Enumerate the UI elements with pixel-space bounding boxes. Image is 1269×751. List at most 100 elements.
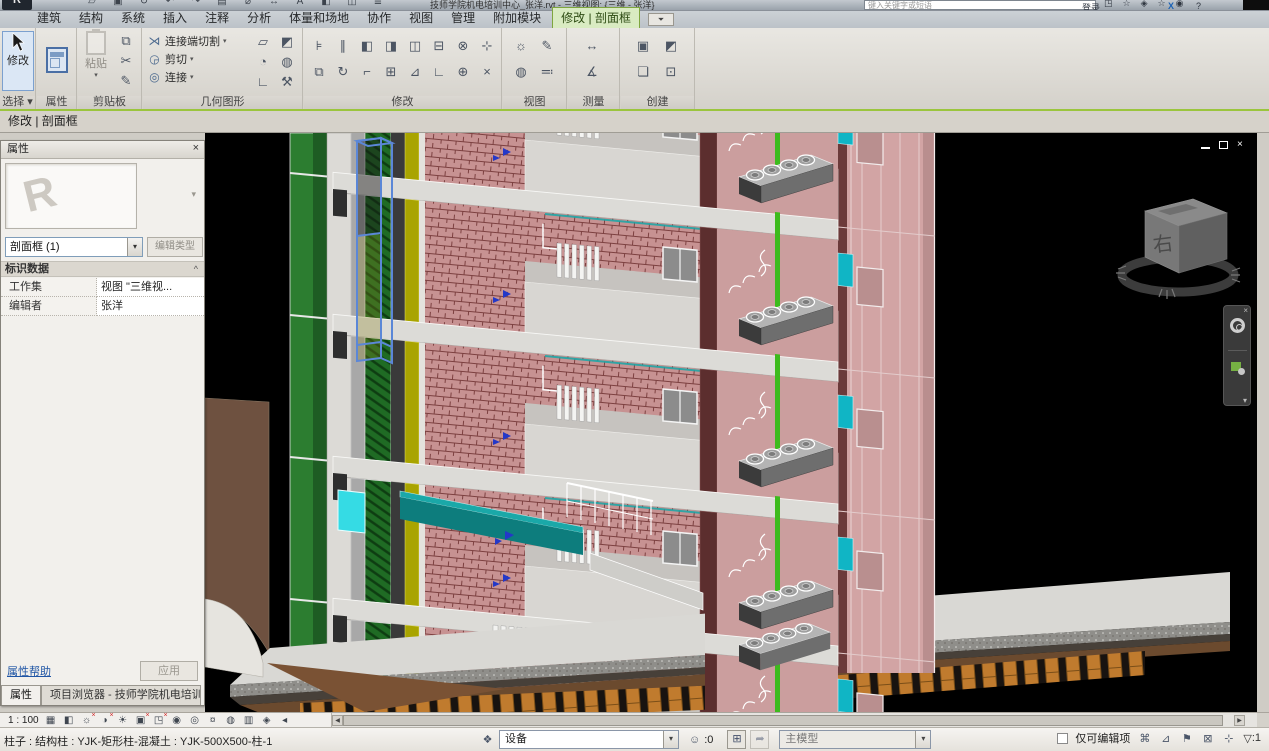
sync-with-central-icon[interactable]: ↻ xyxy=(138,0,150,7)
navbar-close-icon[interactable]: × xyxy=(1243,306,1248,315)
move-icon[interactable]: ⊹ xyxy=(475,36,499,56)
identity-data-header[interactable]: 标识数据 ^ xyxy=(1,261,204,277)
panel-label-create[interactable]: 创建 xyxy=(621,96,694,109)
thin-lines-icon[interactable]: ≣ xyxy=(372,0,384,7)
design-option-dropdown-icon[interactable]: ▾ xyxy=(915,731,930,748)
filter-group[interactable]: ▽ :1 xyxy=(1243,732,1261,745)
communication-center-icon[interactable]: ◈ xyxy=(1141,0,1148,9)
ribbon-display-toggle[interactable]: ⏷ xyxy=(648,13,674,26)
split-with-gap-icon[interactable]: ⊟ xyxy=(427,36,451,56)
paste-button[interactable]: 粘贴 ▾ xyxy=(81,31,111,79)
pin-icon[interactable]: ⊕ xyxy=(451,62,475,82)
wall-joins-icon[interactable]: ◩ xyxy=(275,32,299,52)
modify-button[interactable]: 修改 xyxy=(2,31,34,91)
copy-icon[interactable]: ⧉ xyxy=(307,62,331,82)
analytical-model-icon[interactable]: ◂ xyxy=(278,714,292,727)
mirror-pick-axis-icon[interactable]: ◧ xyxy=(355,36,379,56)
print-icon[interactable]: ▤ xyxy=(216,0,228,7)
align-geometry-icon[interactable]: ∟ xyxy=(251,72,275,92)
split-element-icon[interactable]: ◫ xyxy=(403,36,427,56)
sign-in-user-icon[interactable]: ◉ xyxy=(1176,0,1184,9)
properties-help-link[interactable]: 属性帮助 xyxy=(7,663,51,679)
mirror-draw-axis-icon[interactable]: ◨ xyxy=(379,36,403,56)
temporary-view-properties-icon[interactable]: ▥ xyxy=(242,714,256,727)
ribbon-tab[interactable]: 附加模块 xyxy=(484,8,550,28)
array-icon[interactable]: ⊞ xyxy=(379,62,403,82)
panel-label-clipboard[interactable]: 剪贴板 xyxy=(78,96,141,109)
panel-label-geometry[interactable]: 几何图形 xyxy=(143,96,302,109)
panel-label-modify[interactable]: 修改 xyxy=(304,96,501,109)
type-selector[interactable]: 剖面框 (1) ▾ xyxy=(5,237,143,257)
worksets-status-icon[interactable]: ⌘ xyxy=(1137,732,1152,745)
split-face-icon[interactable]: ◔ xyxy=(251,52,275,72)
cut-button[interactable]: ◶ 剪切 ▾ xyxy=(147,50,227,68)
trim-extend-corner-icon[interactable]: ⌐ xyxy=(355,62,379,82)
scale-icon[interactable]: ⊿ xyxy=(403,62,427,82)
search-input[interactable]: 键入关键字或短语 xyxy=(864,0,1096,10)
palette-close-icon[interactable]: × xyxy=(193,142,199,154)
create-parts-icon[interactable]: ⊡ xyxy=(659,62,683,82)
select-toggle-icon[interactable]: ⊹ xyxy=(1221,732,1236,745)
demolish-hammer-icon[interactable]: ⚒ xyxy=(275,72,299,92)
offset-icon[interactable]: ∥ xyxy=(331,36,355,56)
measure-icon[interactable]: ⌀ xyxy=(242,0,254,7)
apply-button[interactable]: 应用 xyxy=(140,661,198,681)
panel-label-measure[interactable]: 测量 xyxy=(568,96,619,109)
navbar-expand-icon[interactable]: ▾ xyxy=(1243,396,1247,405)
lock-3d-view-icon[interactable]: ◉ xyxy=(170,714,184,727)
cut-ends-button[interactable]: ⋊ 连接端切割 ▾ xyxy=(147,32,227,50)
create-group-icon[interactable]: ▣ xyxy=(631,36,655,56)
panel-label-properties[interactable]: 属性 xyxy=(37,96,76,109)
links-status-icon[interactable]: ⊿ xyxy=(1158,732,1173,745)
minimize-view-icon[interactable] xyxy=(1201,147,1210,149)
hide-in-view-icon[interactable]: ☼ xyxy=(509,36,533,56)
delete-icon[interactable]: × xyxy=(475,62,499,82)
crop-view-icon[interactable]: ▣ × xyxy=(134,714,148,727)
workcenter-icon[interactable]: ☆ xyxy=(1123,0,1131,9)
measure-along-element-icon[interactable]: ∡ xyxy=(580,62,604,82)
copy-to-clipboard-icon[interactable]: ⧉ xyxy=(114,31,138,51)
horizontal-scrollbar[interactable]: ◀ ▶ xyxy=(332,715,1245,726)
shadows-icon[interactable]: ◑ × xyxy=(98,714,112,727)
reveal-hidden-elements-icon[interactable]: ¤ xyxy=(206,714,220,727)
section-icon[interactable]: ◫ xyxy=(346,0,358,7)
ribbon-tab[interactable]: 管理 xyxy=(442,8,484,28)
close-inactive-icon[interactable]: ⊠ xyxy=(1200,732,1215,745)
close-view-icon[interactable]: × xyxy=(1237,140,1243,150)
design-option-select[interactable]: 主模型 ▾ xyxy=(779,730,931,749)
tab-properties[interactable]: 属性 xyxy=(1,685,41,705)
tab-project-browser[interactable]: 项目浏览器 - 技师学院机电培训... xyxy=(41,685,201,705)
show-crop-region-icon[interactable]: ◳ × xyxy=(152,714,166,727)
panel-label-select[interactable]: 选择 ▾ xyxy=(0,96,35,109)
property-row-workset[interactable]: 工作集 视图 "三维视... xyxy=(1,278,204,297)
search-icon[interactable]: ◳ xyxy=(1104,0,1113,9)
text-icon[interactable]: A xyxy=(294,0,306,7)
exchange-apps-icon[interactable]: X xyxy=(1168,1,1174,11)
aligned-dimension-icon[interactable]: ↔ xyxy=(268,0,280,7)
help-icon[interactable]: ? xyxy=(1196,1,1201,11)
preview-dropdown-icon[interactable]: ▾ xyxy=(191,189,196,200)
editable-only-checkbox[interactable] xyxy=(1057,733,1068,744)
properties-palette-button[interactable] xyxy=(44,31,70,89)
active-workset-select[interactable]: 设备 ▾ xyxy=(499,730,679,749)
drawing-area[interactable]: 右 × × ▾ ▲ ▼ xyxy=(205,133,1257,712)
scroll-right-icon[interactable]: ▶ xyxy=(1234,715,1245,726)
beam-coping-icon[interactable]: ▱ xyxy=(251,32,275,52)
editing-requests-button[interactable]: ⊞ xyxy=(727,730,746,749)
measure-between-refs-icon[interactable]: ↔ xyxy=(580,36,604,56)
ribbon-tab[interactable]: 注释 xyxy=(196,8,238,28)
workset-dropdown-icon[interactable]: ▾ xyxy=(663,731,678,748)
visual-style-icon[interactable]: ◧ xyxy=(62,714,76,727)
type-selector-dropdown-icon[interactable]: ▾ xyxy=(127,238,142,256)
create-assembly-icon[interactable]: ❏ xyxy=(631,62,655,82)
save-icon[interactable]: ▣ xyxy=(112,0,124,7)
edit-type-button[interactable]: 编辑类型 xyxy=(147,237,203,257)
zoom-tool-icon[interactable] xyxy=(1231,362,1241,371)
scroll-left-icon[interactable]: ◀ xyxy=(332,715,343,726)
panel-label-view[interactable]: 视图 xyxy=(503,96,566,109)
horizontal-scroll-thumb[interactable] xyxy=(343,715,1223,726)
detail-level-icon[interactable]: ▦ xyxy=(44,714,58,727)
open-icon[interactable]: ▱ xyxy=(86,0,98,7)
steering-wheel-icon[interactable] xyxy=(1230,318,1245,333)
redo-icon[interactable]: ↷ xyxy=(190,0,202,7)
